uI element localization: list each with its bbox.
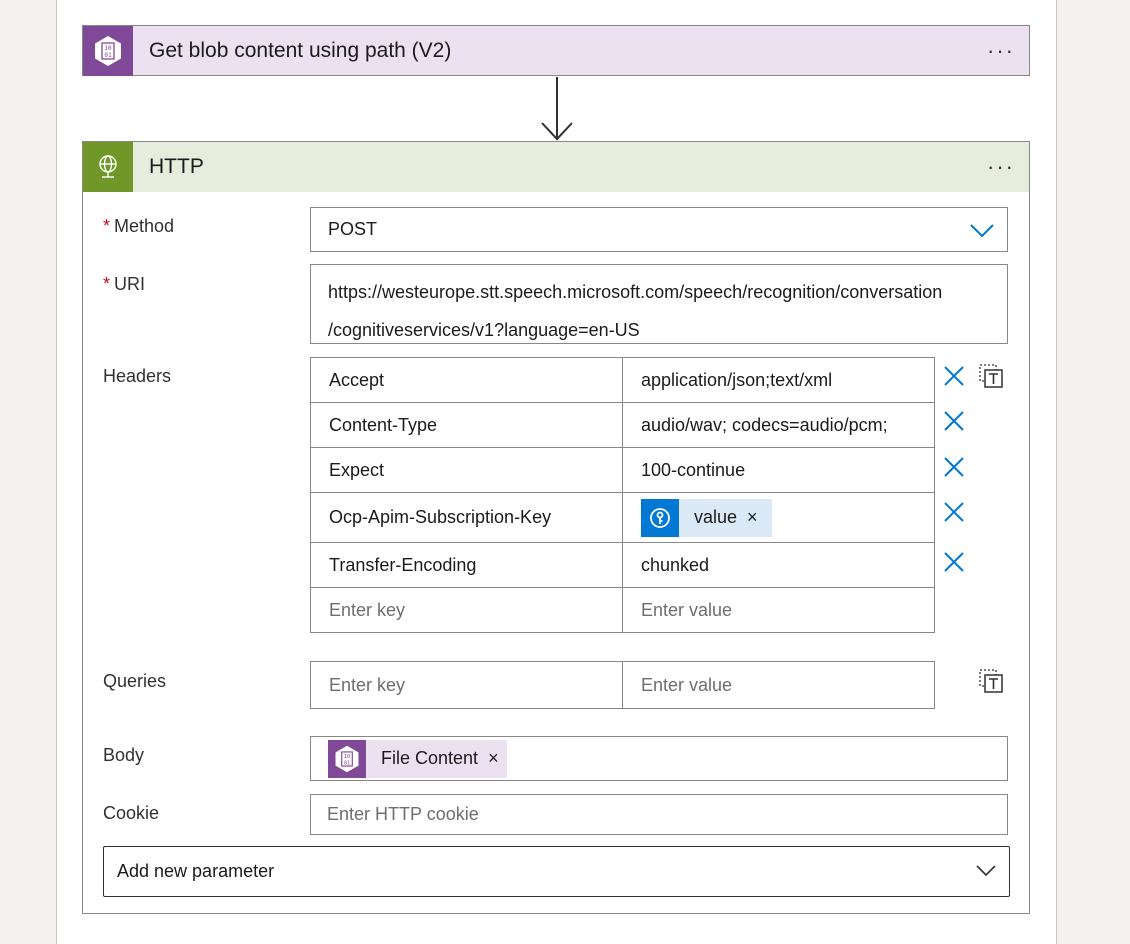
header-value-input[interactable]: Enter value — [622, 587, 935, 633]
queries-table: Enter key Enter value — [310, 661, 935, 709]
header-value-cell[interactable]: 100-continue — [622, 447, 935, 493]
chevron-down-icon — [976, 865, 996, 877]
blob-storage-icon: 10 01 — [83, 25, 133, 76]
required-mark: * — [103, 216, 111, 236]
table-row: Expect 100-continue — [310, 447, 935, 493]
svg-text:10: 10 — [104, 45, 112, 52]
token-remove-icon[interactable]: × — [747, 507, 758, 528]
body-label: Body — [103, 745, 145, 765]
header-key-cell[interactable]: Ocp-Apim-Subscription-Key — [310, 492, 623, 543]
blob-action-title: Get blob content using path (V2) — [149, 38, 452, 62]
body-input[interactable]: 10 01 File Content × — [310, 736, 1008, 781]
uri-line-2: /cognitiveservices/v1?language=en-US — [328, 320, 640, 340]
uri-input[interactable]: https://westeurope.stt.speech.microsoft.… — [310, 264, 1008, 344]
chevron-down-icon — [970, 224, 994, 238]
headers-table: Accept application/json;text/xml Content… — [310, 357, 935, 633]
uri-line-1: https://westeurope.stt.speech.microsoft.… — [328, 282, 943, 302]
delete-header-icon[interactable] — [942, 409, 966, 433]
cookie-input[interactable]: Enter HTTP cookie — [310, 794, 1008, 835]
method-dropdown[interactable]: POST — [310, 207, 1008, 252]
delete-header-icon[interactable] — [942, 364, 966, 388]
table-row: Transfer-Encoding chunked — [310, 542, 935, 588]
header-value-cell[interactable]: application/json;text/xml — [622, 357, 935, 403]
header-key-input[interactable]: Enter key — [310, 587, 623, 633]
svg-text:10: 10 — [344, 754, 350, 760]
uri-label: * URI — [103, 274, 145, 295]
header-value-cell[interactable]: value × — [622, 492, 935, 543]
token-remove-icon[interactable]: × — [488, 748, 499, 769]
add-parameter-dropdown[interactable]: Add new parameter — [103, 846, 1010, 897]
http-globe-icon — [83, 142, 133, 192]
header-key-cell[interactable]: Content-Type — [310, 402, 623, 448]
method-value: POST — [328, 219, 378, 239]
header-value-cell[interactable]: chunked — [622, 542, 935, 588]
required-mark: * — [103, 274, 111, 294]
http-action-title: HTTP — [149, 155, 204, 178]
cookie-placeholder: Enter HTTP cookie — [327, 804, 479, 824]
query-value-input[interactable]: Enter value — [622, 661, 935, 709]
table-row: Ocp-Apim-Subscription-Key value × — [310, 492, 935, 543]
file-content-token[interactable]: 10 01 File Content × — [328, 739, 507, 778]
queries-label: Queries — [103, 671, 167, 691]
method-label-text: Method — [114, 216, 175, 236]
blob-action-more-button[interactable]: ··· — [973, 38, 1029, 64]
delete-header-icon[interactable] — [942, 455, 966, 479]
header-value-cell[interactable]: audio/wav; codecs=audio/pcm; — [622, 402, 935, 448]
token-label: File Content — [381, 748, 479, 768]
method-label: * Method — [103, 216, 174, 237]
delete-header-icon[interactable] — [942, 550, 966, 574]
table-row: Accept application/json;text/xml — [310, 357, 935, 403]
headers-label: Headers — [103, 366, 172, 386]
http-action-more-button[interactable]: ··· — [973, 154, 1029, 180]
header-key-cell[interactable]: Expect — [310, 447, 623, 493]
dynamic-value-token[interactable]: value × — [641, 498, 772, 537]
switch-text-mode-icon[interactable] — [978, 363, 1004, 389]
query-key-input[interactable]: Enter key — [310, 661, 623, 709]
blob-storage-icon: 10 01 — [328, 739, 366, 778]
key-vault-icon — [641, 498, 679, 537]
table-row: Content-Type audio/wav; codecs=audio/pcm… — [310, 402, 935, 448]
token-label: value — [694, 507, 738, 527]
cookie-label: Cookie — [103, 803, 160, 823]
table-row: Enter key Enter value — [310, 661, 935, 709]
switch-text-mode-icon[interactable] — [978, 668, 1004, 694]
table-row: Enter key Enter value — [310, 587, 935, 633]
svg-text:01: 01 — [104, 52, 112, 59]
header-key-cell[interactable]: Accept — [310, 357, 623, 403]
connector-arrow-icon — [541, 77, 573, 141]
add-parameter-label: Add new parameter — [117, 861, 275, 881]
delete-header-icon[interactable] — [942, 500, 966, 524]
http-action-card-header[interactable]: HTTP ··· — [82, 141, 1030, 192]
svg-text:01: 01 — [344, 760, 350, 766]
uri-label-text: URI — [114, 274, 146, 294]
blob-action-card[interactable]: 10 01 Get blob content using path (V2) ·… — [82, 25, 1030, 76]
header-key-cell[interactable]: Transfer-Encoding — [310, 542, 623, 588]
